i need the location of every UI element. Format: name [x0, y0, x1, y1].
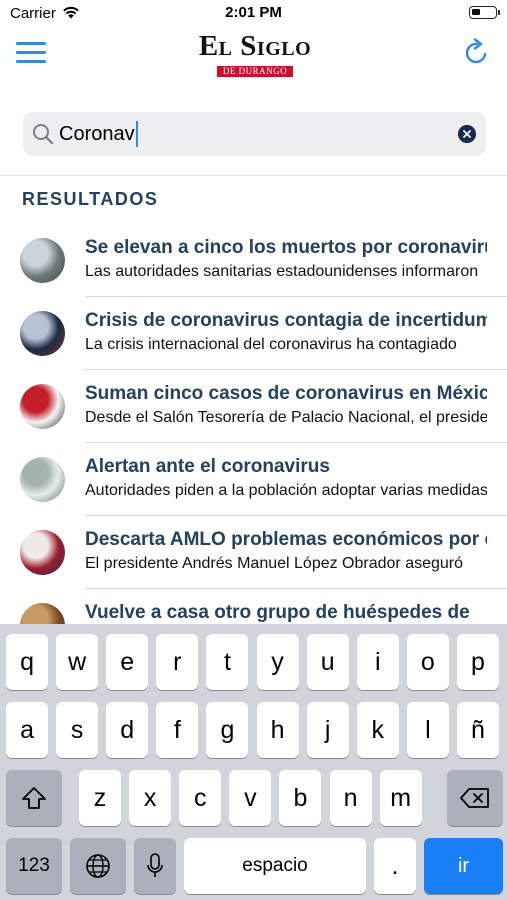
result-item[interactable]: Vuelve a casa otro grupo de huéspedes de: [0, 589, 507, 624]
shift-icon: [22, 787, 46, 809]
delete-icon: [460, 788, 489, 808]
key-p[interactable]: p: [456, 634, 499, 690]
battery-level: [472, 9, 480, 15]
key-d[interactable]: d: [106, 702, 149, 758]
key-e[interactable]: e: [106, 634, 149, 690]
status-bar: Carrier 2:01 PM: [0, 0, 507, 26]
battery-icon: [469, 6, 500, 19]
logo-subtitle: DE DURANGO: [216, 66, 294, 77]
key-j[interactable]: j: [306, 702, 349, 758]
period-key[interactable]: .: [374, 838, 416, 894]
result-thumbnail: [20, 530, 65, 575]
key-w[interactable]: w: [56, 634, 99, 690]
search-input[interactable]: Coronav: [59, 112, 439, 156]
keyboard: 123 espacio . ir qwertyuiop asdfghjklñ zxc…: [0, 624, 507, 900]
result-title: Descarta AMLO problemas económicos por c…: [85, 529, 487, 550]
result-item[interactable]: Se elevan a cinco los muertos por corona…: [0, 224, 507, 297]
key-i[interactable]: i: [356, 634, 399, 690]
key-z[interactable]: z: [79, 770, 122, 826]
result-title: Se elevan a cinco los muertos por corona…: [85, 237, 487, 258]
search-icon: [33, 124, 54, 145]
key-c[interactable]: c: [179, 770, 222, 826]
result-summary: Autoridades piden a la población adoptar…: [85, 482, 487, 499]
menu-icon: [16, 42, 46, 45]
menu-icon-line: [16, 60, 46, 63]
key-a[interactable]: a: [6, 702, 49, 758]
key-g[interactable]: g: [206, 702, 249, 758]
logo[interactable]: El Siglo DE DURANGO: [188, 30, 322, 77]
key-x[interactable]: x: [129, 770, 172, 826]
key-f[interactable]: f: [156, 702, 199, 758]
key-o[interactable]: o: [406, 634, 449, 690]
menu-button[interactable]: [16, 42, 46, 64]
result-summary: El presidente Andrés Manuel López Obrado…: [85, 555, 464, 572]
result-thumbnail: [20, 311, 65, 356]
key-b[interactable]: b: [279, 770, 322, 826]
search-bar[interactable]: Coronav: [23, 112, 486, 156]
status-time: 2:01 PM: [225, 4, 282, 21]
result-item[interactable]: Crisis de coronavirus contagia de incert…: [0, 297, 507, 370]
shift-key[interactable]: [6, 770, 62, 826]
header-divider: [0, 175, 507, 176]
result-item[interactable]: Descarta AMLO problemas económicos por c…: [0, 516, 507, 589]
text-caret: [135, 121, 138, 147]
key-v[interactable]: v: [229, 770, 272, 826]
results-list: Se elevan a cinco los muertos por corona…: [0, 224, 507, 624]
key-u[interactable]: u: [306, 634, 349, 690]
result-title: Suman cinco casos de coronavirus en Méxi…: [85, 383, 487, 404]
key-t[interactable]: t: [206, 634, 249, 690]
result-thumbnail: [20, 384, 65, 429]
key-n[interactable]: n: [329, 770, 372, 826]
result-thumbnail: [20, 238, 65, 283]
key-m[interactable]: m: [379, 770, 422, 826]
microphone-icon: [147, 853, 163, 877]
globe-key[interactable]: [70, 838, 126, 894]
result-summary: Desde el Salón Tesorería de Palacio Naci…: [85, 409, 487, 426]
result-thumbnail: [20, 457, 65, 502]
clear-search-icon[interactable]: [458, 125, 476, 143]
microphone-key[interactable]: [134, 838, 176, 894]
numbers-key[interactable]: 123: [6, 838, 62, 894]
delete-key[interactable]: [447, 770, 503, 826]
key-k[interactable]: k: [356, 702, 399, 758]
result-title: Alertan ante el coronavirus: [85, 456, 330, 477]
key-l[interactable]: l: [406, 702, 449, 758]
search-input-value: Coronav: [59, 123, 135, 145]
key-s[interactable]: s: [56, 702, 99, 758]
app-header: El Siglo DE DURANGO: [0, 26, 507, 82]
result-item[interactable]: Alertan ante el coronavirus Autoridades p…: [0, 443, 507, 516]
refresh-icon[interactable]: [463, 38, 491, 66]
result-summary: Las autoridades sanitarias estadounidens…: [85, 263, 479, 280]
result-title: Crisis de coronavirus contagia de incert…: [85, 310, 487, 331]
space-key[interactable]: espacio: [184, 838, 366, 894]
key-r[interactable]: r: [156, 634, 199, 690]
globe-icon: [86, 854, 110, 878]
logo-title: El Siglo: [198, 30, 312, 62]
result-thumbnail: [20, 603, 65, 624]
result-summary: La crisis internacional del coronavirus …: [85, 336, 457, 353]
screen: Carrier 2:01 PM El Siglo DE DURANGO Coro…: [0, 0, 507, 900]
key-ñ[interactable]: ñ: [456, 702, 499, 758]
go-key[interactable]: ir: [424, 838, 503, 894]
results-heading: RESULTADOS: [22, 189, 159, 209]
result-item[interactable]: Suman cinco casos de coronavirus en Méxi…: [0, 370, 507, 443]
menu-icon-line: [16, 51, 46, 54]
key-h[interactable]: h: [256, 702, 299, 758]
result-title: Vuelve a casa otro grupo de huéspedes de: [85, 602, 470, 623]
key-y[interactable]: y: [256, 634, 299, 690]
key-q[interactable]: q: [6, 634, 49, 690]
